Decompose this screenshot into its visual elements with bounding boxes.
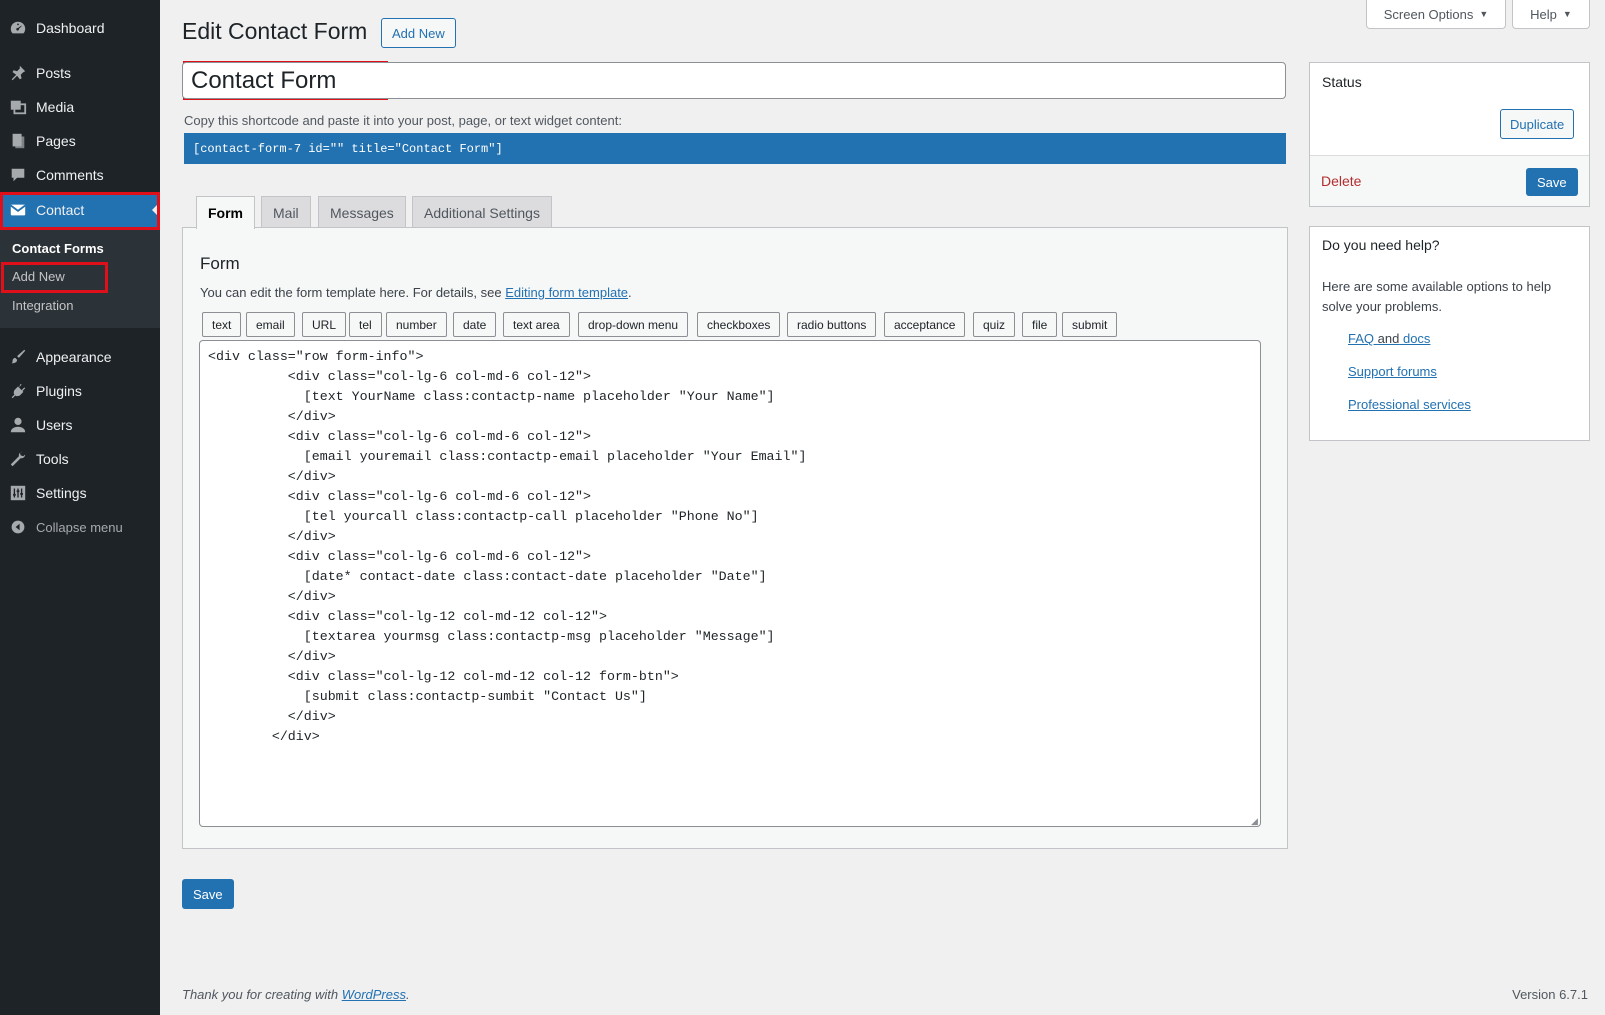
professional-services-link[interactable]: Professional services bbox=[1348, 397, 1471, 412]
description-suffix: . bbox=[628, 285, 632, 300]
media-icon bbox=[0, 98, 36, 116]
help-box: Do you need help? Here are some availabl… bbox=[1309, 226, 1590, 441]
submenu-add-new[interactable]: Add New bbox=[12, 269, 65, 284]
tag-button-date[interactable]: date bbox=[453, 312, 497, 337]
help-box-text: Here are some available options to help … bbox=[1322, 279, 1552, 314]
form-panel-description: You can edit the form template here. For… bbox=[200, 285, 632, 300]
page-title: Edit Contact Form bbox=[182, 18, 368, 44]
envelope-icon bbox=[0, 201, 36, 219]
menu-label: Pages bbox=[36, 133, 76, 149]
screen-options-label: Screen Options bbox=[1383, 6, 1474, 22]
help-box-title: Do you need help? bbox=[1322, 237, 1440, 253]
caret-down-icon: ▼ bbox=[1562, 9, 1572, 19]
footer-thanks-text: Thank you for creating with bbox=[182, 987, 342, 1002]
menu-label: Collapse menu bbox=[36, 519, 123, 535]
add-new-button[interactable]: Add New bbox=[381, 18, 456, 48]
tag-button-quiz[interactable]: quiz bbox=[973, 312, 1016, 337]
plug-icon bbox=[0, 382, 36, 400]
footer-thanks: Thank you for creating with WordPress. bbox=[182, 987, 410, 1002]
page-icon bbox=[0, 132, 36, 150]
tag-button-url[interactable]: URL bbox=[302, 312, 347, 337]
sliders-icon bbox=[0, 484, 36, 502]
status-box-title: Status bbox=[1322, 74, 1362, 90]
wordpress-link[interactable]: WordPress bbox=[342, 987, 406, 1002]
contact-submenu: Contact Forms Add New Integration bbox=[0, 229, 160, 328]
menu-label: Comments bbox=[36, 167, 104, 183]
delete-link[interactable]: Delete bbox=[1321, 173, 1361, 189]
help-button[interactable]: Help ▼ bbox=[1512, 0, 1590, 29]
tag-button-number[interactable]: number bbox=[386, 312, 447, 337]
menu-label: Dashboard bbox=[36, 20, 105, 36]
menu-settings[interactable]: Settings bbox=[0, 476, 160, 510]
user-icon bbox=[0, 416, 36, 434]
menu-pages[interactable]: Pages bbox=[0, 124, 160, 158]
dashboard-icon bbox=[0, 19, 36, 37]
menu-posts[interactable]: Posts bbox=[0, 56, 160, 90]
submenu-contact-forms[interactable]: Contact Forms bbox=[12, 241, 104, 256]
caret-down-icon: ▼ bbox=[1479, 9, 1489, 19]
tag-button-text[interactable]: text bbox=[202, 312, 242, 337]
tag-button-radio-buttons[interactable]: radio buttons bbox=[787, 312, 877, 337]
menu-collapse[interactable]: Collapse menu bbox=[0, 510, 160, 544]
submenu-integration[interactable]: Integration bbox=[12, 298, 73, 313]
menu-appearance[interactable]: Appearance bbox=[0, 340, 160, 374]
shortcode-field[interactable]: [contact-form-7 id="" title="Contact For… bbox=[184, 133, 1286, 164]
and-text: and bbox=[1377, 331, 1400, 346]
tab-additional-settings[interactable]: Additional Settings bbox=[412, 196, 552, 228]
tag-button-submit[interactable]: submit bbox=[1062, 312, 1118, 337]
tag-button-file[interactable]: file bbox=[1022, 312, 1058, 337]
menu-tools[interactable]: Tools bbox=[0, 442, 160, 476]
tab-form[interactable]: Form bbox=[196, 196, 255, 229]
menu-plugins[interactable]: Plugins bbox=[0, 374, 160, 408]
brush-icon bbox=[0, 348, 36, 366]
screen-options-button[interactable]: Screen Options ▼ bbox=[1366, 0, 1506, 29]
menu-comments[interactable]: Comments bbox=[0, 158, 160, 192]
editing-form-template-link[interactable]: Editing form template bbox=[505, 285, 628, 300]
tag-button-drop-down-menu[interactable]: drop-down menu bbox=[578, 312, 689, 337]
menu-label: Media bbox=[36, 99, 75, 115]
tag-button-text-area[interactable]: text area bbox=[503, 312, 570, 337]
tab-mail[interactable]: Mail bbox=[261, 196, 311, 228]
status-box: Status Duplicate Delete Save bbox=[1309, 62, 1590, 207]
collapse-arrow-icon bbox=[0, 519, 36, 535]
footer-thanks-suffix: . bbox=[406, 987, 410, 1002]
save-button-bottom[interactable]: Save bbox=[182, 879, 234, 909]
pin-icon bbox=[0, 64, 36, 82]
duplicate-button[interactable]: Duplicate bbox=[1500, 109, 1575, 139]
faq-link[interactable]: FAQ bbox=[1348, 331, 1374, 346]
menu-media[interactable]: Media bbox=[0, 90, 160, 124]
form-title-input[interactable] bbox=[182, 62, 1286, 99]
menu-contact[interactable]: Contact bbox=[0, 193, 160, 227]
footer-version: Version 6.7.1 bbox=[1512, 987, 1588, 1002]
tag-button-acceptance[interactable]: acceptance bbox=[884, 312, 966, 337]
tag-button-checkboxes[interactable]: checkboxes bbox=[697, 312, 781, 337]
wrench-icon bbox=[0, 450, 36, 468]
support-forums-link[interactable]: Support forums bbox=[1348, 364, 1437, 379]
tag-button-email[interactable]: email bbox=[246, 312, 295, 337]
menu-label: Appearance bbox=[36, 349, 112, 365]
save-button[interactable]: Save bbox=[1526, 168, 1578, 196]
resize-handle-icon[interactable]: ◢ bbox=[1251, 817, 1260, 826]
menu-label: Posts bbox=[36, 65, 72, 81]
menu-dashboard[interactable]: Dashboard bbox=[0, 11, 160, 45]
menu-label: Contact bbox=[36, 202, 85, 218]
form-template-editor[interactable]: <div class="row form-info"> <div class="… bbox=[199, 340, 1261, 827]
comment-icon bbox=[0, 166, 36, 184]
form-panel-heading: Form bbox=[200, 254, 240, 273]
description-text: You can edit the form template here. For… bbox=[200, 285, 506, 300]
status-actions: Delete Save bbox=[1310, 155, 1589, 206]
help-label: Help bbox=[1530, 6, 1557, 22]
menu-users[interactable]: Users bbox=[0, 408, 160, 442]
menu-label: Users bbox=[36, 417, 73, 433]
tab-messages[interactable]: Messages bbox=[318, 196, 406, 228]
help-links-row: FAQ and docs bbox=[1348, 331, 1430, 346]
menu-label: Plugins bbox=[36, 383, 82, 399]
active-menu-arrow bbox=[152, 202, 160, 218]
menu-label: Tools bbox=[36, 451, 69, 467]
admin-sidebar: Dashboard Posts Media Pages Comments Con… bbox=[0, 0, 160, 1015]
shortcode-label: Copy this shortcode and paste it into yo… bbox=[184, 113, 622, 128]
docs-link[interactable]: docs bbox=[1403, 331, 1430, 346]
menu-label: Settings bbox=[36, 485, 87, 501]
tag-button-tel[interactable]: tel bbox=[349, 312, 382, 337]
